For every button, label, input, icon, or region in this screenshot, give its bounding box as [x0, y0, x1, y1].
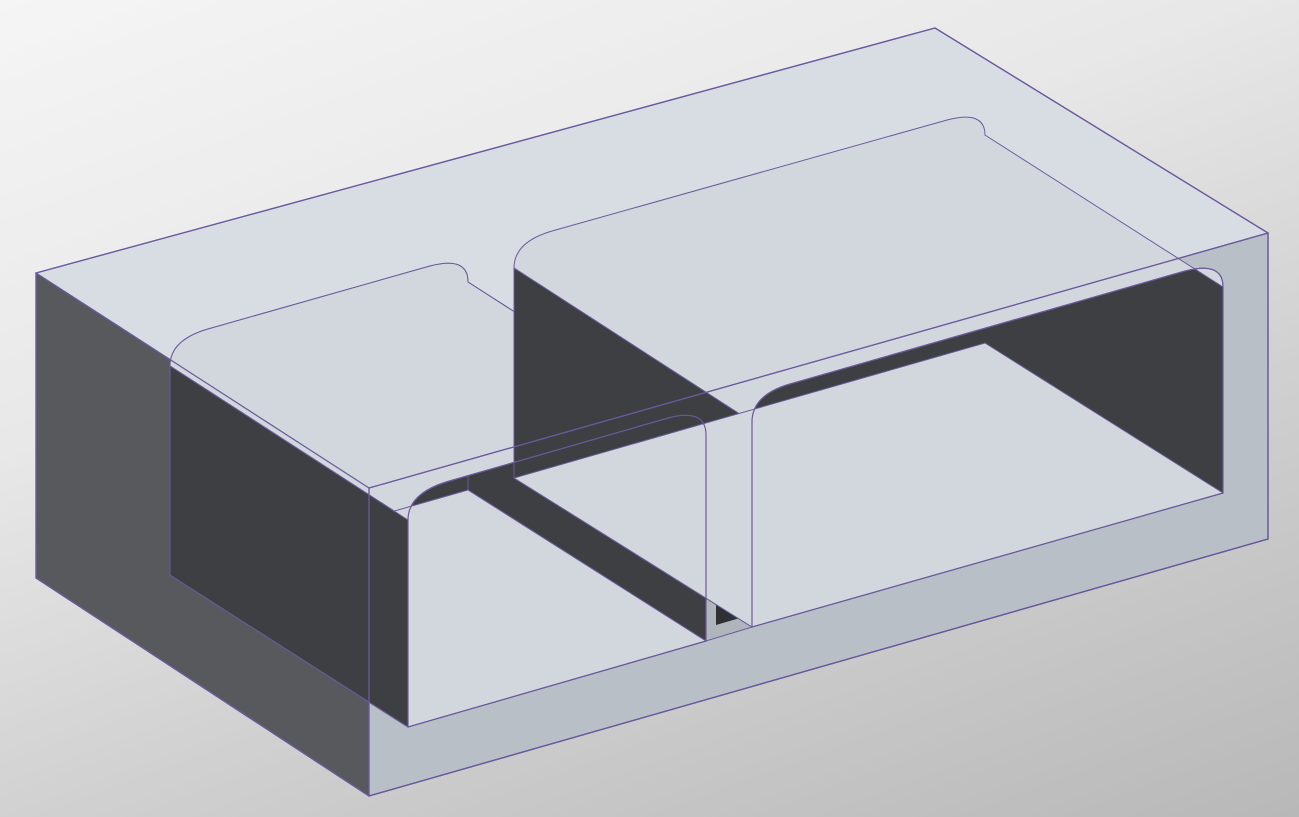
cad-viewport[interactable]: [0, 0, 1299, 817]
model-render: [0, 0, 1299, 817]
